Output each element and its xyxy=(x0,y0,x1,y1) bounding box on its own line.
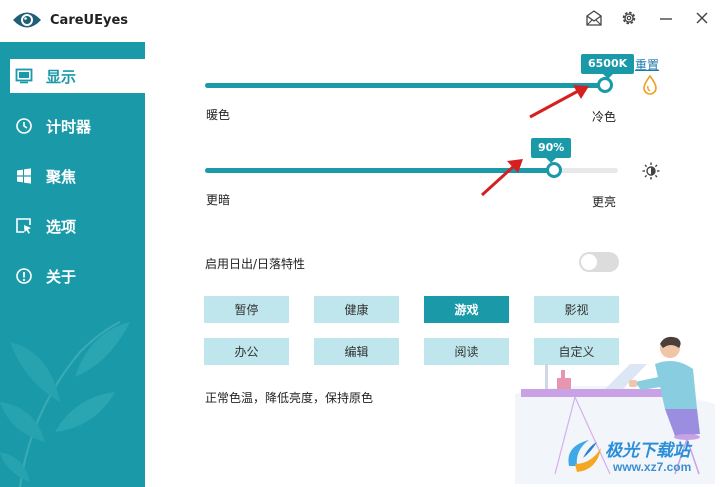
sidebar-item-label: 聚焦 xyxy=(46,167,77,186)
sidebar-item-timer[interactable]: 计时器 xyxy=(10,109,145,143)
sidebar-item-label: 计时器 xyxy=(46,117,92,136)
feedback-mail-button[interactable] xyxy=(580,6,608,30)
leaf-decoration-icon xyxy=(0,321,130,487)
watermark-url: www.xz7.com xyxy=(613,460,692,474)
color-temp-slider-thumb[interactable] xyxy=(597,77,613,93)
brightness-sun-icon xyxy=(642,162,660,180)
mode-button-edit[interactable]: 编辑 xyxy=(314,338,399,365)
warm-label: 暖色 xyxy=(206,108,231,122)
sidebar: 显示 计时器 聚焦 选项 关于 xyxy=(0,42,145,487)
close-button[interactable] xyxy=(688,6,716,30)
cursor-select-icon xyxy=(14,216,34,236)
watermark-title: 极光下载站 xyxy=(605,441,690,461)
cool-label: 冷色 xyxy=(592,110,617,124)
sidebar-item-focus[interactable]: 聚焦 xyxy=(10,159,145,193)
main-panel: 6500K 重置 暖色 冷色 90% 更暗 更亮 启用日出/日落特性 暂停 健康… xyxy=(145,42,720,487)
color-temp-value-bubble: 6500K xyxy=(581,54,635,79)
minimize-button[interactable] xyxy=(652,6,680,30)
brightness-value-bubble: 90% xyxy=(531,138,572,163)
mode-button-reading[interactable]: 阅读 xyxy=(424,338,509,365)
windows-icon xyxy=(14,166,34,186)
annotation-arrow-icon xyxy=(480,159,523,197)
sidebar-item-about[interactable]: 关于 xyxy=(10,259,145,293)
sidebar-item-label: 显示 xyxy=(46,67,77,86)
mode-button-game[interactable]: 游戏 xyxy=(424,296,509,323)
mail-icon xyxy=(586,10,602,26)
clock-icon xyxy=(14,116,34,136)
close-icon xyxy=(696,12,708,24)
mode-button-health[interactable]: 健康 xyxy=(314,296,399,323)
mode-description: 正常色温，降低亮度，保持原色 xyxy=(205,391,374,405)
settings-button[interactable] xyxy=(615,6,643,30)
sidebar-item-display[interactable]: 显示 xyxy=(10,59,145,93)
sidebar-item-options[interactable]: 选项 xyxy=(10,209,145,243)
title-bar: CareUEyes xyxy=(0,0,720,42)
dim-label: 更暗 xyxy=(206,193,231,207)
watermark-logo-icon xyxy=(568,440,601,472)
sunrise-sunset-toggle[interactable] xyxy=(579,252,619,272)
minimize-icon xyxy=(660,18,672,20)
eye-logo-icon xyxy=(13,12,41,28)
app-title: CareUEyes xyxy=(50,13,129,28)
bright-label: 更亮 xyxy=(592,195,617,209)
brightness-slider-thumb[interactable] xyxy=(546,162,562,178)
watermark-logo: 极光下载站 www.xz7.com xyxy=(563,432,720,487)
annotation-arrow-icon xyxy=(529,85,589,119)
gear-icon xyxy=(622,11,636,25)
sunrise-sunset-label: 启用日出/日落特性 xyxy=(205,257,306,271)
sidebar-item-label: 关于 xyxy=(46,267,77,286)
toggle-knob xyxy=(581,254,597,270)
mode-button-pause[interactable]: 暂停 xyxy=(204,296,289,323)
mode-button-movie[interactable]: 影视 xyxy=(534,296,619,323)
mode-button-office[interactable]: 办公 xyxy=(204,338,289,365)
color-temp-drop-icon xyxy=(643,75,657,95)
monitor-icon xyxy=(14,66,34,86)
reset-link[interactable]: 重置 xyxy=(635,56,659,73)
sidebar-item-label: 选项 xyxy=(46,217,77,236)
info-icon xyxy=(14,266,34,286)
